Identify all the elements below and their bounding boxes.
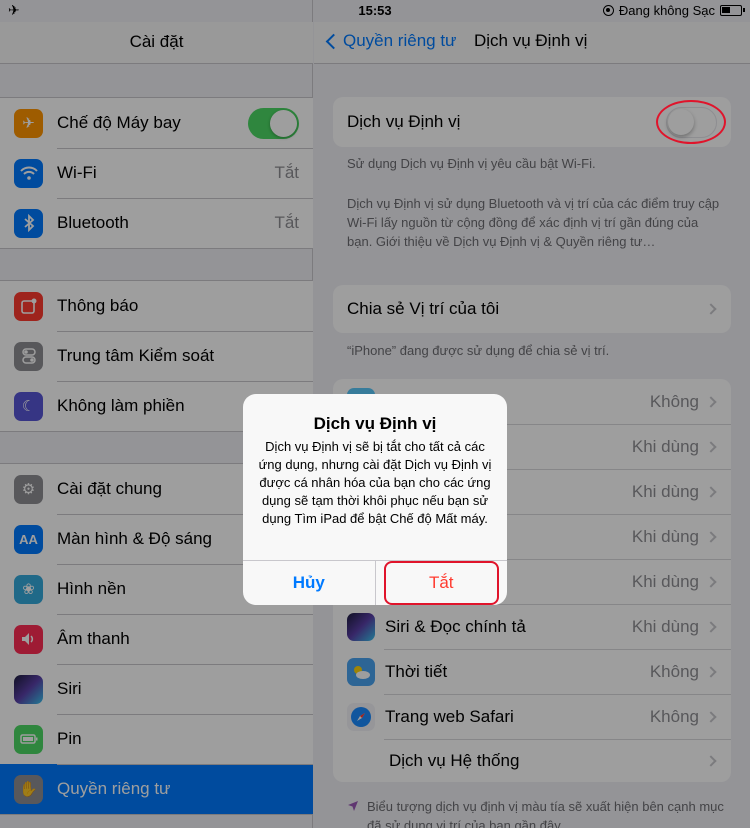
alert-title: Dịch vụ Định vị (313, 414, 437, 433)
confirm-button-highlight (384, 561, 499, 605)
cancel-button[interactable]: Hủy (243, 561, 376, 605)
toggle-highlight-ring (656, 100, 726, 144)
alert-message: Dịch vụ Định vị sẽ bị tắt cho tất cả các… (258, 439, 492, 526)
